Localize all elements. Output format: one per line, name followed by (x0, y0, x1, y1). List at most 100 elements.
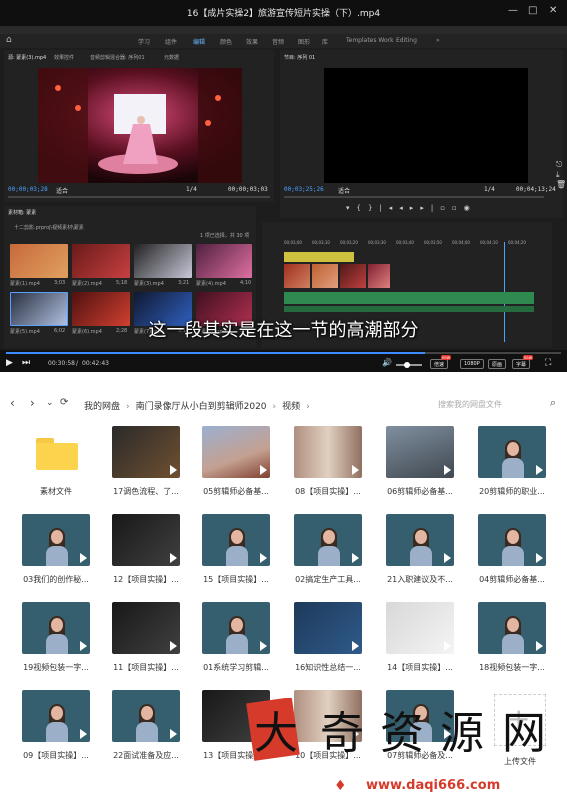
search-icon[interactable]: ⌕ (550, 396, 556, 410)
search-input[interactable]: 搜索我的网盘文件 (438, 399, 502, 410)
clip-thumbnail[interactable] (134, 244, 192, 278)
close-button[interactable]: ✕ (549, 5, 557, 16)
video-file-item[interactable]: 11【项目实操】... (110, 602, 182, 684)
program-resolution[interactable]: 1/4 (484, 186, 495, 193)
program-scrubber[interactable] (284, 196, 544, 198)
original-quality-button[interactable]: 原画 (488, 359, 507, 369)
video-thumbnail[interactable] (22, 514, 90, 566)
workspace-overflow[interactable]: » (436, 37, 440, 44)
video-thumbnail[interactable] (478, 426, 546, 478)
video-thumbnail[interactable] (22, 690, 90, 742)
video-file-item[interactable]: 08【项目实操】... (292, 426, 364, 508)
workspace-tab[interactable]: 效果 (246, 37, 258, 46)
home-icon[interactable]: ⌂ (6, 35, 12, 45)
video-thumbnail[interactable] (478, 514, 546, 566)
breadcrumb-item[interactable]: 我的网盘 (84, 402, 120, 412)
audio-track[interactable] (284, 306, 534, 312)
video-file-item[interactable]: 18视频包装一字... (476, 602, 548, 684)
program-tab[interactable]: 节目: 序列 01 (284, 54, 315, 61)
source-resolution[interactable]: 1/4 (186, 186, 197, 193)
folder-item[interactable]: 素材文件 (20, 426, 92, 508)
video-file-item[interactable]: 15【项目实操】... (200, 514, 272, 596)
source-tab[interactable]: 源: 蒙素(3).mp4 (8, 54, 46, 61)
next-icon[interactable]: ⏭ (22, 358, 30, 368)
workspace-tab[interactable]: 颜色 (220, 37, 232, 46)
volume-slider[interactable] (396, 362, 422, 368)
video-clip[interactable] (284, 264, 310, 288)
video-file-item[interactable]: 04剪辑师必备基... (476, 514, 548, 596)
clip-thumbnail[interactable] (10, 244, 68, 278)
back-icon[interactable]: ‹ (10, 396, 15, 410)
video-thumbnail[interactable] (112, 426, 180, 478)
video-thumbnail[interactable] (294, 514, 362, 566)
video-thumbnail[interactable] (386, 514, 454, 566)
video-thumbnail[interactable] (202, 514, 270, 566)
folder-icon[interactable] (22, 426, 90, 478)
workspace-tab[interactable]: 学习 (138, 37, 150, 46)
volume-knob[interactable] (404, 362, 410, 368)
speed-button[interactable]: 倍速 new (430, 355, 452, 369)
workspace-tab[interactable]: 音频 (272, 37, 284, 46)
clip-thumbnail[interactable] (72, 244, 130, 278)
video-file-item[interactable]: 12【项目实操】... (110, 514, 182, 596)
project-bin-tab[interactable]: 素材箱: 蒙素 (8, 209, 36, 216)
video-file-item[interactable]: 01系统学习剪辑... (200, 602, 272, 684)
metadata-tab[interactable]: 元数据 (164, 54, 179, 61)
video-thumbnail[interactable] (22, 602, 90, 654)
video-clip[interactable] (368, 264, 390, 288)
breadcrumb-item[interactable]: 视频 (282, 402, 300, 412)
video-file-item[interactable]: 03我们的创作秘... (20, 514, 92, 596)
video-thumbnail[interactable] (294, 602, 362, 654)
workspace-tab[interactable]: 图形 (298, 37, 310, 46)
clip-thumbnail[interactable] (196, 244, 252, 278)
video-file-item[interactable]: 21入职建议及不... (384, 514, 456, 596)
fullscreen-icon[interactable]: ⛶ (545, 358, 551, 368)
quality-button[interactable]: 1080P (460, 359, 484, 369)
play-icon[interactable]: ▶ (6, 358, 13, 368)
workspace-tab-active[interactable]: 编辑 (193, 37, 205, 46)
video-thumbnail[interactable] (202, 602, 270, 654)
video-thumbnail[interactable] (112, 602, 180, 654)
video-file-item[interactable]: 16知识性总结一... (292, 602, 364, 684)
video-player[interactable]: 16【成片实操2】旅游宣传短片实操（下）.mp4 — □ ✕ ⌂ 学习 组件 编… (0, 0, 567, 372)
forward-icon[interactable]: › (30, 396, 35, 410)
workspace-tab[interactable]: 库 (322, 37, 328, 46)
video-file-item[interactable]: 19视频包装一字... (20, 602, 92, 684)
audio-track[interactable] (284, 292, 534, 304)
video-file-item[interactable]: 02搞定生产工具... (292, 514, 364, 596)
search-box[interactable]: 搜索我的网盘文件 ⌕ (430, 396, 560, 412)
breadcrumb-item[interactable]: 南门录像厅从小白到剪辑师2020 (136, 402, 267, 412)
video-thumbnail[interactable] (478, 602, 546, 654)
audio-mixer-tab[interactable]: 音频剪辑混合器: 序列01 (90, 54, 145, 61)
video-thumbnail[interactable] (386, 426, 454, 478)
progress-bar[interactable] (6, 352, 561, 354)
source-scrubber[interactable] (8, 196, 270, 198)
minimize-button[interactable]: — (508, 5, 518, 16)
video-thumbnail[interactable] (202, 426, 270, 478)
maximize-button[interactable]: □ (528, 5, 537, 16)
source-zoom-select[interactable]: 适合 (56, 186, 68, 195)
video-thumbnail[interactable] (112, 514, 180, 566)
video-thumbnail[interactable] (112, 690, 180, 742)
program-zoom-select[interactable]: 适合 (338, 186, 350, 195)
video-file-item[interactable]: 14【项目实操】... (384, 602, 456, 684)
volume-icon[interactable]: 🔊 (382, 358, 392, 367)
video-file-item[interactable]: 05剪辑师必备基... (200, 426, 272, 508)
video-file-item[interactable]: 20剪辑师的职业... (476, 426, 548, 508)
video-file-item[interactable]: 09【项目实操】... (20, 690, 92, 772)
workspace-tab[interactable]: Templates Work (346, 37, 394, 44)
workspace-tab[interactable]: Editing (396, 37, 417, 44)
video-thumbnail[interactable] (294, 426, 362, 478)
refresh-icon[interactable]: ⟳ (60, 397, 68, 408)
workspace-tab[interactable]: 组件 (165, 37, 177, 46)
transport-controls[interactable]: ▾{}|◂◂▸▸|▫▫◉ (346, 204, 506, 214)
video-file-item[interactable]: 22面试准备及应... (110, 690, 182, 772)
video-file-item[interactable]: 17调色流程、了... (110, 426, 182, 508)
video-clip[interactable] (312, 264, 338, 288)
side-share-icons[interactable]: ⎋ ⤓ 🗑 (556, 160, 566, 220)
video-thumbnail[interactable] (386, 602, 454, 654)
video-file-item[interactable]: 06剪辑师必备基... (384, 426, 456, 508)
effects-tab[interactable]: 效果控件 (54, 54, 74, 61)
subtitle-button[interactable]: 字幕 new (512, 355, 534, 369)
history-dropdown-icon[interactable]: ⌄ (46, 398, 54, 408)
